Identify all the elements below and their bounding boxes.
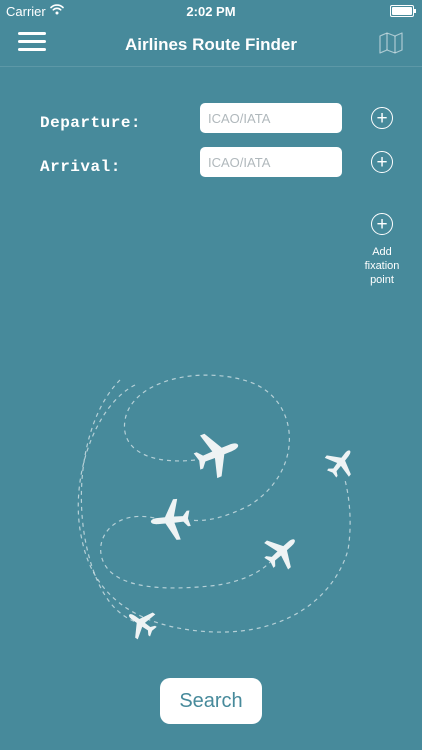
flight-paths-illustration — [77, 374, 362, 645]
departure-label: Departure: — [40, 114, 142, 132]
dashed-route-2 — [77, 384, 351, 633]
add-fixation-point-icon[interactable]: + — [371, 213, 393, 235]
page-title: Airlines Route Finder — [125, 35, 297, 54]
airplane-icon — [319, 441, 362, 484]
departure-input[interactable] — [200, 103, 342, 133]
arrival-label: Arrival: — [40, 158, 121, 176]
navigation-bar: Airlines Route Finder — [0, 22, 422, 67]
add-fixation-line1: Add — [372, 246, 392, 258]
airplane-icon — [256, 526, 307, 577]
status-time: 2:02 PM — [186, 4, 236, 19]
add-departure-icon[interactable]: + — [371, 107, 393, 129]
status-bar: Carrier 2:02 PM — [0, 0, 422, 22]
add-fixation-line3: point — [370, 274, 394, 286]
airplane-icon — [188, 423, 247, 483]
add-arrival-icon[interactable]: + — [371, 151, 393, 173]
arrival-input[interactable] — [200, 147, 342, 177]
dashed-route-1 — [123, 374, 290, 522]
add-fixation-point-label[interactable]: Add fixation point — [356, 245, 408, 287]
airplane-icon — [149, 497, 192, 542]
dashed-route-3 — [100, 515, 273, 589]
dashed-route-4 — [80, 379, 146, 626]
add-fixation-line2: fixation — [364, 260, 400, 272]
battery-icon — [390, 5, 416, 17]
search-button[interactable]: Search — [160, 678, 262, 724]
map-icon[interactable] — [379, 32, 403, 54]
